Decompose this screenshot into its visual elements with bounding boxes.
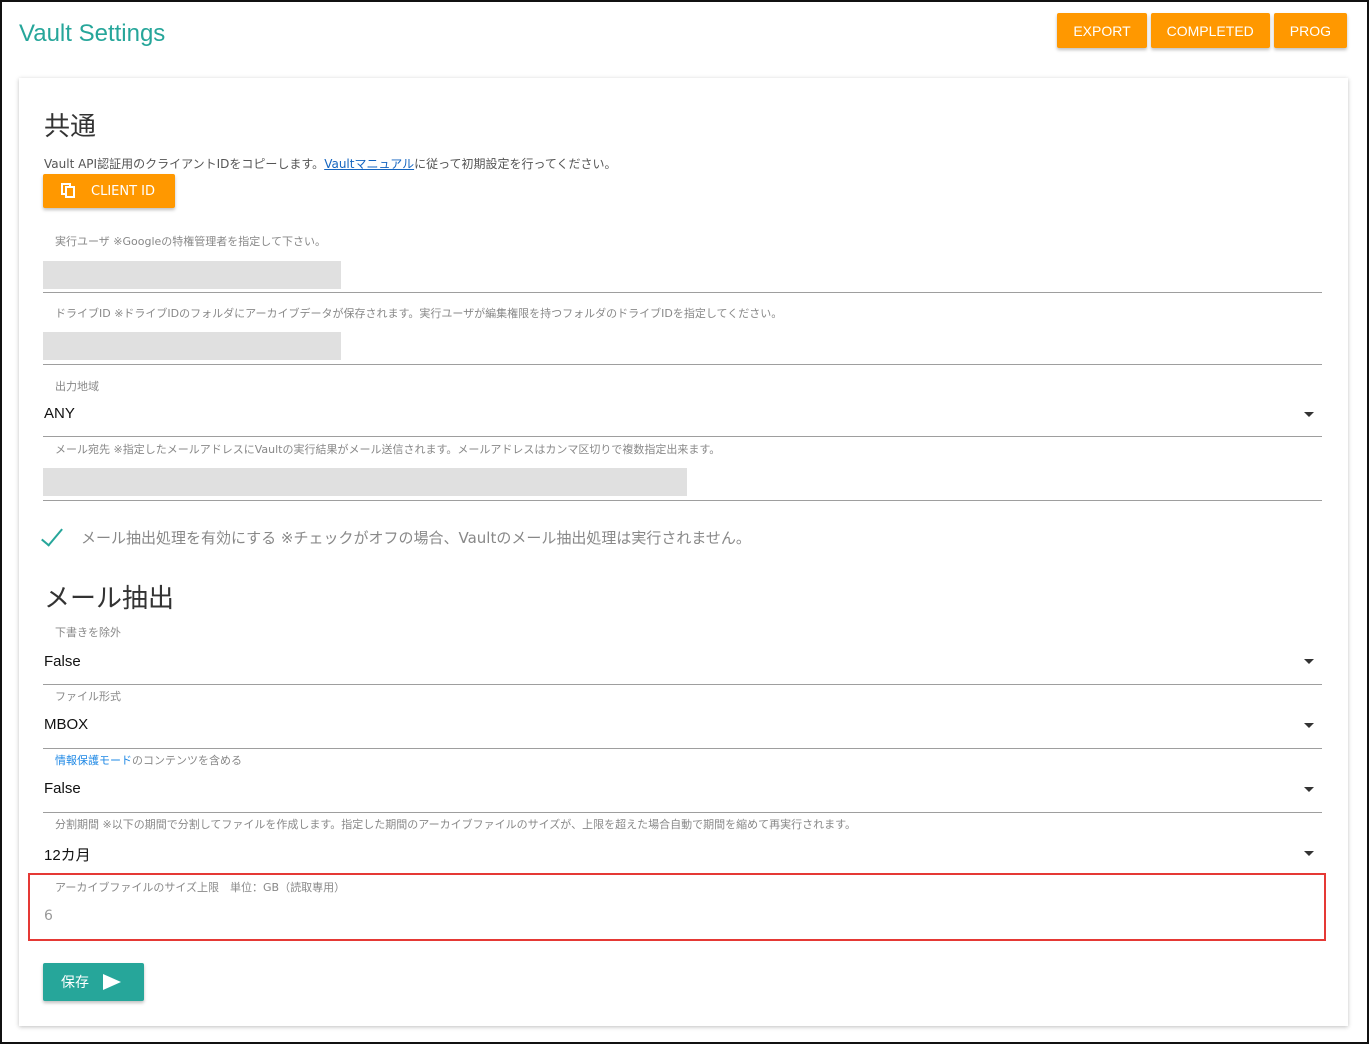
exec-user-input[interactable] bbox=[43, 261, 341, 289]
drive-id-underline bbox=[43, 364, 1322, 365]
copy-icon bbox=[61, 183, 77, 199]
exclude-drafts-select[interactable]: False bbox=[44, 653, 81, 670]
exclude-drafts-label: 下書きを除外 bbox=[55, 626, 121, 639]
file-format-label: ファイル形式 bbox=[55, 690, 121, 703]
confidential-mode-caret-icon[interactable] bbox=[1304, 787, 1314, 792]
instruction-prefix: Vault API認証用のクライアントIDをコピーします。 bbox=[44, 157, 325, 171]
region-label: 出力地域 bbox=[55, 380, 99, 393]
enable-mail-extract-checkbox[interactable]: メール抽出処理を有効にする ※チェックがオフの場合、Vaultのメール抽出処理は… bbox=[41, 526, 751, 548]
client-id-button-label: CLIENT ID bbox=[91, 183, 156, 199]
instruction-suffix: に従って初期設定を行ってください。 bbox=[414, 157, 617, 171]
mail-to-input[interactable] bbox=[43, 468, 687, 496]
confidential-mode-select[interactable]: False bbox=[44, 780, 81, 797]
prog-button[interactable]: PROG bbox=[1273, 13, 1347, 48]
split-period-label: 分割期間 ※以下の期間で分割してファイルを作成します。指定した期間のアーカイブフ… bbox=[55, 818, 856, 831]
region-dropdown-caret-icon[interactable] bbox=[1304, 412, 1314, 417]
archive-size-value: 6 bbox=[44, 908, 53, 924]
split-period-caret-icon[interactable] bbox=[1304, 851, 1314, 856]
confidential-mode-underline bbox=[43, 812, 1322, 813]
archive-size-label: アーカイブファイルのサイズ上限 単位：GB（読取専用） bbox=[55, 881, 346, 894]
drive-id-label: ドライブID ※ドライブIDのフォルダにアーカイブデータが保存されます。実行ユー… bbox=[55, 307, 783, 320]
export-button[interactable]: EXPORT bbox=[1057, 13, 1147, 48]
checkmark-icon[interactable] bbox=[41, 526, 67, 548]
confidential-mode-label: 情報保護モードのコンテンツを含める bbox=[55, 752, 242, 768]
mail-extract-section-title: メール抽出 bbox=[44, 583, 175, 613]
exclude-drafts-caret-icon[interactable] bbox=[1304, 659, 1314, 664]
page-title: Vault Settings bbox=[19, 20, 166, 47]
region-select[interactable]: ANY bbox=[44, 405, 75, 422]
client-id-instruction: Vault API認証用のクライアントIDをコピーします。Vaultマニュアルに… bbox=[44, 155, 617, 172]
mail-to-label: メール宛先 ※指定したメールアドレスにVaultの実行結果がメール送信されます。… bbox=[55, 443, 721, 456]
mail-to-underline bbox=[43, 500, 1322, 501]
vault-manual-link[interactable]: Vaultマニュアル bbox=[324, 157, 414, 171]
completed-button[interactable]: COMPLETED bbox=[1150, 13, 1270, 48]
split-period-select[interactable]: 12カ月 bbox=[44, 844, 91, 865]
file-format-underline bbox=[43, 748, 1322, 749]
exec-user-underline bbox=[43, 292, 1322, 293]
header-toolbar: EXPORT COMPLETED PROG bbox=[1057, 13, 1347, 48]
drive-id-input[interactable] bbox=[43, 332, 341, 360]
file-format-caret-icon[interactable] bbox=[1304, 723, 1314, 728]
file-format-select[interactable]: MBOX bbox=[44, 716, 88, 733]
client-id-button[interactable]: CLIENT ID bbox=[43, 174, 175, 208]
common-section-title: 共通 bbox=[44, 111, 97, 141]
confidential-mode-label-rest: のコンテンツを含める bbox=[132, 754, 242, 767]
enable-mail-extract-label: メール抽出処理を有効にする ※チェックがオフの場合、Vaultのメール抽出処理は… bbox=[81, 528, 751, 547]
confidential-mode-label-highlight: 情報保護モード bbox=[55, 754, 132, 767]
save-button[interactable]: 保存 bbox=[43, 963, 144, 1001]
settings-card: 共通 Vault API認証用のクライアントIDをコピーします。Vaultマニュ… bbox=[19, 78, 1348, 1026]
send-icon bbox=[103, 974, 121, 990]
exclude-drafts-underline bbox=[43, 684, 1322, 685]
save-button-label: 保存 bbox=[61, 975, 89, 991]
exec-user-label: 実行ユーザ ※Googleの特権管理者を指定して下さい。 bbox=[55, 235, 326, 248]
region-underline bbox=[43, 436, 1322, 437]
